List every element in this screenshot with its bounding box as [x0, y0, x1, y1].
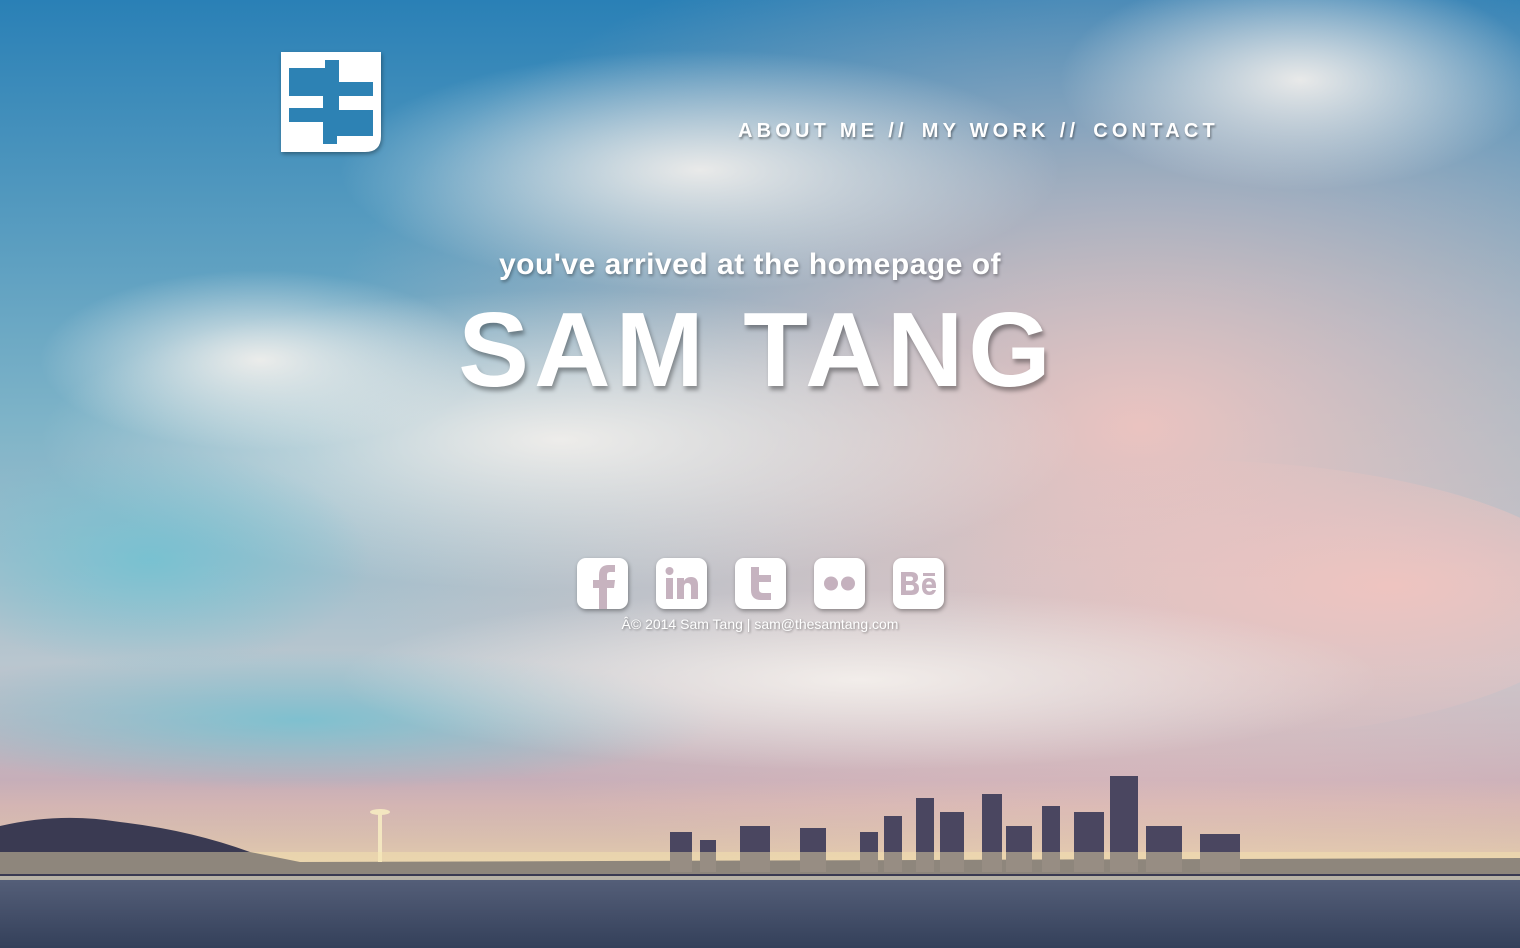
behance-icon[interactable] [893, 558, 944, 609]
nav-my-work[interactable]: MY WORK [922, 120, 1050, 143]
footer: Â© 2014 Sam Tang | sam@thesamtang.com [0, 616, 1520, 632]
footer-copyright: Â© 2014 Sam Tang | [621, 616, 755, 632]
nav-separator: // [1059, 119, 1080, 142]
footer-email-link[interactable]: sam@thesamtang.com [754, 616, 898, 632]
twitter-icon[interactable] [735, 558, 786, 609]
linkedin-icon[interactable] [656, 558, 707, 609]
hero-tagline: you've arrived at the homepage of [498, 248, 1002, 281]
nav-about-me[interactable]: ABOUT ME [738, 120, 878, 143]
facebook-icon[interactable] [577, 558, 628, 609]
nav-contact[interactable]: CONTACT [1093, 120, 1219, 143]
hero-name: SAM TANG [458, 291, 1056, 409]
social-links [577, 558, 944, 609]
site-logo[interactable]: S [281, 52, 381, 152]
main-nav: ABOUT ME // MY WORK // CONTACT [738, 118, 1238, 144]
nav-separator: // [888, 119, 908, 142]
flickr-icon[interactable] [814, 558, 865, 609]
